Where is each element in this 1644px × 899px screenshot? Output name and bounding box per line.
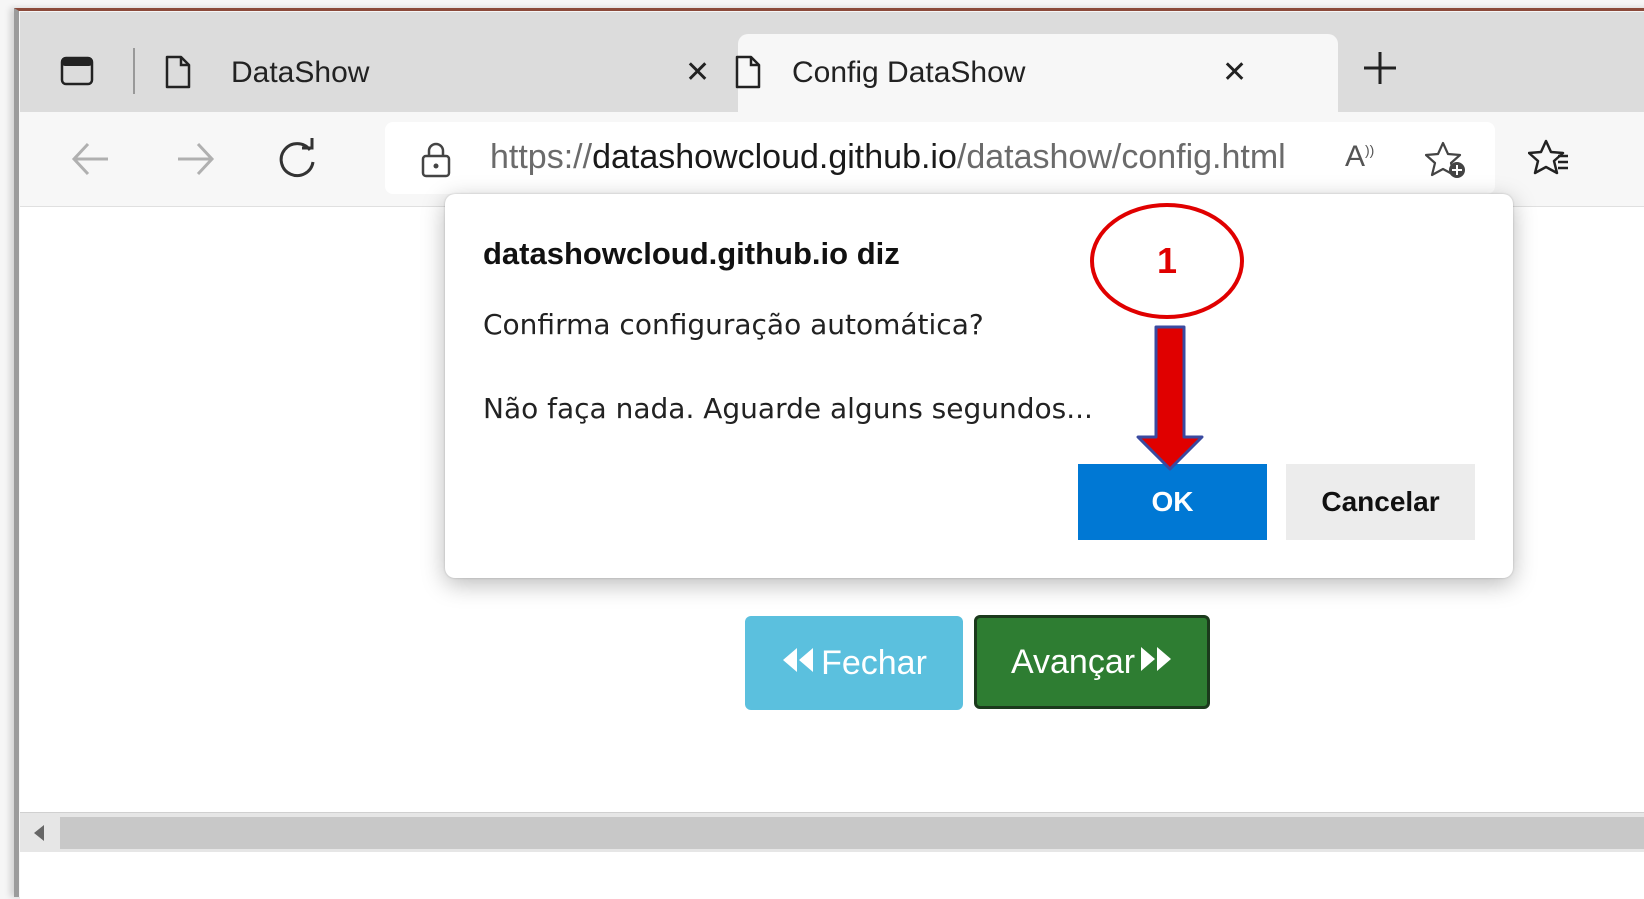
url-path: /datashow/config.html — [956, 138, 1286, 176]
step-number: 1 — [1156, 240, 1178, 281]
dialog-message-line1: Confirma configuração automática? — [483, 308, 984, 341]
avancar-button[interactable]: Avançar — [974, 615, 1210, 709]
page-icon — [163, 54, 193, 94]
dialog-title: datashowcloud.github.io diz — [483, 236, 900, 271]
step-callout: 1 — [1090, 203, 1244, 319]
add-favorite-icon[interactable] — [1424, 140, 1467, 184]
url-host: datashowcloud.github.io — [592, 138, 957, 176]
dialog-message-line2: Não faça nada. Aguarde alguns segundos..… — [483, 392, 1093, 425]
page-icon — [733, 54, 763, 94]
down-arrow-icon — [1134, 325, 1206, 471]
tab-label: Config DataShow — [792, 56, 1026, 89]
cancel-button[interactable]: Cancelar — [1286, 464, 1475, 540]
forward-arrow-icon[interactable] — [168, 132, 222, 186]
refresh-icon[interactable] — [270, 132, 324, 186]
horizontal-scrollbar[interactable] — [20, 812, 1644, 853]
tab-label: DataShow — [231, 56, 370, 89]
plus-icon[interactable] — [1360, 48, 1400, 96]
close-icon[interactable]: ✕ — [685, 58, 710, 88]
ok-button[interactable]: OK — [1078, 464, 1267, 540]
tab-actions-icon[interactable] — [60, 56, 94, 86]
lock-icon[interactable] — [419, 142, 453, 182]
fechar-label: Fechar — [821, 643, 927, 682]
url-scheme: https:// — [490, 138, 593, 176]
scroll-left-arrow-icon[interactable] — [34, 825, 44, 841]
address-bar[interactable]: https://datashowcloud.github.io/datashow… — [385, 122, 1495, 194]
read-aloud-icon[interactable]: A)) — [1345, 140, 1374, 174]
favorites-icon[interactable] — [1527, 138, 1568, 182]
avancar-label: Avançar — [1010, 642, 1136, 681]
fechar-button[interactable]: Fechar — [745, 616, 963, 710]
alert-dialog: datashowcloud.github.io diz Confirma con… — [445, 194, 1513, 578]
scrollbar-thumb[interactable] — [60, 817, 1644, 849]
page-bottom — [20, 852, 1644, 899]
browser-toolbar: https://datashowcloud.github.io/datashow… — [20, 112, 1644, 207]
double-chevron-right-icon — [1139, 643, 1173, 682]
close-icon[interactable]: ✕ — [1222, 58, 1247, 88]
double-chevron-left-icon — [781, 644, 815, 683]
back-arrow-icon[interactable] — [64, 132, 118, 186]
url-text[interactable]: https://datashowcloud.github.io/datashow… — [490, 138, 1286, 177]
tab-datashow[interactable]: DataShow ✕ — [135, 34, 710, 112]
